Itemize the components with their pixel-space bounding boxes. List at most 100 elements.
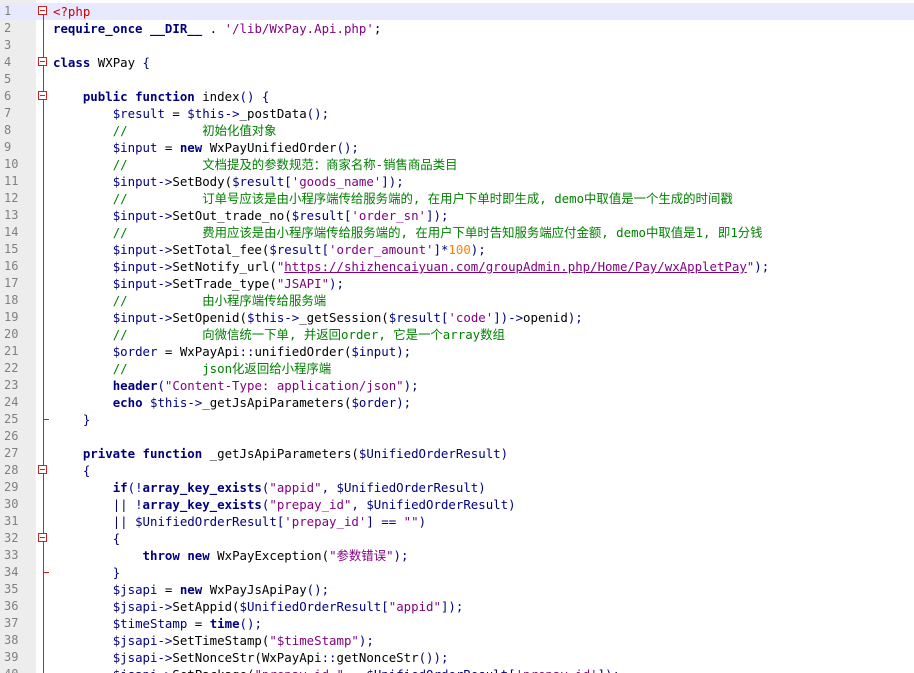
code-line[interactable]: 2 require_once __DIR__ . '/lib/WxPay.Api.… [0, 20, 914, 37]
code-token: -> [157, 650, 173, 665]
code-token: "参数错误" [329, 548, 394, 563]
code-line[interactable]: 17 $input->SetTrade_type("JSAPI"); [0, 275, 914, 292]
code-line[interactable]: 14 // 费用应该是由小程序端传给服务端的, 在用户下单时告知服务端应付金额,… [0, 224, 914, 241]
code-token: $timeStamp [112, 616, 188, 631]
code-token: . [202, 21, 225, 36]
code-text: $jsapi->SetNonceStr(WxPayApi::getNonceSt… [53, 649, 449, 666]
code-line[interactable]: 16 $input->SetNotify_url("https://shizhe… [0, 258, 914, 275]
code-token: (); [336, 140, 359, 155]
code-token: -> [157, 208, 173, 223]
code-token: (); [239, 616, 262, 631]
code-line[interactable]: 18 // 由小程序端传给服务端 [0, 292, 914, 309]
code-line[interactable]: 32 { [0, 530, 914, 547]
code-line[interactable]: 10 // 文档提及的参数规范：商家名称-销售商品类目 [0, 156, 914, 173]
code-token: ); [470, 242, 486, 257]
code-token: $jsapi [112, 599, 158, 614]
code-line[interactable]: 9 $input = new WxPayUnifiedOrder(); [0, 139, 914, 156]
code-token: ]); [440, 599, 464, 614]
fold-toggle-icon[interactable] [38, 533, 47, 542]
code-line[interactable]: 38 $jsapi->SetTimeStamp("$timeStamp"); [0, 632, 914, 649]
code-token: SetAppid( [172, 599, 240, 614]
code-token: "appid" [388, 599, 441, 614]
code-line[interactable]: 24 echo $this->_getJsApiParameters($orde… [0, 394, 914, 411]
code-line[interactable]: 39 $jsapi->SetNonceStr(WxPayApi::getNonc… [0, 649, 914, 666]
code-token: index [194, 89, 240, 104]
code-token: -> [157, 310, 173, 325]
code-line[interactable]: 23 header("Content-Type: application/jso… [0, 377, 914, 394]
fold-toggle-icon[interactable] [38, 465, 47, 474]
code-token: [ [508, 667, 515, 673]
code-line[interactable]: 33 throw new WxPayException("参数错误"); [0, 547, 914, 564]
code-token: } [112, 565, 121, 580]
code-token: $UnifiedOrderResult [366, 667, 508, 673]
code-line[interactable]: 29 if(!array_key_exists("appid", $Unifie… [0, 479, 914, 496]
code-line[interactable]: 11 $input->SetBody($result['goods_name']… [0, 173, 914, 190]
code-token: "prepay_id" [269, 497, 352, 512]
code-token: _getSession( [299, 310, 389, 325]
code-line[interactable]: 27 private function _getJsApiParameters(… [0, 445, 914, 462]
code-token: ); [396, 344, 412, 359]
code-line[interactable]: 15 $input->SetTotal_fee($result['order_a… [0, 241, 914, 258]
code-token: -> [157, 259, 173, 274]
fold-toggle-icon[interactable] [38, 57, 47, 66]
code-line[interactable]: 12 // 订单号应该是由小程序端传给服务端的, 在用户下单时即生成, demo… [0, 190, 914, 207]
code-token: function [135, 89, 195, 104]
code-line[interactable]: 6 public function index() { [0, 88, 914, 105]
code-line[interactable]: 8 // 初始化值对象 [0, 122, 914, 139]
code-token: ); [403, 378, 419, 393]
line-number: 7 [4, 106, 12, 120]
line-number: 5 [4, 72, 12, 86]
code-line[interactable]: 19 $input->SetOpenid($this->_getSession(… [0, 309, 914, 326]
code-line[interactable]: 1 <?php [0, 3, 914, 20]
fold-line [43, 547, 44, 564]
line-number: 24 [4, 395, 19, 409]
code-token: $UnifiedOrderResult [135, 514, 277, 529]
code-line[interactable]: 22 // json化返回给小程序端 [0, 360, 914, 377]
code-text: echo $this->_getJsApiParameters($order); [53, 394, 411, 411]
line-number: 15 [4, 242, 19, 256]
code-token: "prepay_id=" [254, 667, 344, 673]
code-editor[interactable]: 1 <?php 2 require_once __DIR__ . '/lib/WxPa… [0, 0, 914, 673]
code-line[interactable]: 34 } [0, 564, 914, 581]
fold-toggle-icon[interactable] [38, 91, 47, 100]
code-line[interactable]: 30 || !array_key_exists("prepay_id", $Un… [0, 496, 914, 513]
code-line[interactable]: 36 $jsapi->SetAppid($UnifiedOrderResult[… [0, 598, 914, 615]
code-line[interactable]: 40 $jsapi->SetPackage("prepay_id=" . $Un… [0, 666, 914, 673]
code-token: header [112, 378, 158, 393]
fold-end-marker [43, 564, 49, 573]
fold-line [43, 258, 44, 275]
code-line[interactable]: 26 [0, 428, 914, 445]
code-line[interactable]: 28 { [0, 462, 914, 479]
code-text: header("Content-Type: application/json")… [53, 377, 419, 394]
code-line[interactable]: 4 class WXPay { [0, 54, 914, 71]
code-line[interactable]: 25 } [0, 411, 914, 428]
code-token: -> [157, 599, 173, 614]
fold-toggle-icon[interactable] [38, 6, 47, 15]
code-line[interactable]: 21 $order = WxPayApi::unifiedOrder($inpu… [0, 343, 914, 360]
code-line[interactable]: 20 // 向微信统一下单, 并返回order, 它是一个array数组 [0, 326, 914, 343]
code-text: $order = WxPayApi::unifiedOrder($input); [53, 343, 411, 360]
code-token: "Content-Type: application/json" [164, 378, 404, 393]
code-line[interactable]: 31 || $UnifiedOrderResult['prepay_id'] =… [0, 513, 914, 530]
code-text: || $UnifiedOrderResult['prepay_id'] == "… [53, 513, 426, 530]
fold-line [43, 224, 44, 241]
code-line[interactable]: 35 $jsapi = new WxPayJsApiPay(); [0, 581, 914, 598]
code-line[interactable]: 7 $result = $this->_postData(); [0, 105, 914, 122]
code-token: ]); [426, 208, 449, 223]
code-line[interactable]: 5 [0, 71, 914, 88]
code-token: $this [246, 310, 285, 325]
code-token: if [112, 480, 128, 495]
fold-line [43, 513, 44, 530]
code-line[interactable]: 13 $input->SetOut_trade_no($result['orde… [0, 207, 914, 224]
code-text: // 向微信统一下单, 并返回order, 它是一个array数组 [53, 326, 505, 343]
code-token: -> [224, 106, 240, 121]
code-text: require_once __DIR__ . '/lib/WxPay.Api.p… [53, 20, 381, 37]
line-number: 34 [4, 565, 19, 579]
code-text: // 初始化值对象 [53, 122, 277, 139]
code-line[interactable]: 3 [0, 37, 914, 54]
code-line[interactable]: 37 $timeStamp = time(); [0, 615, 914, 632]
